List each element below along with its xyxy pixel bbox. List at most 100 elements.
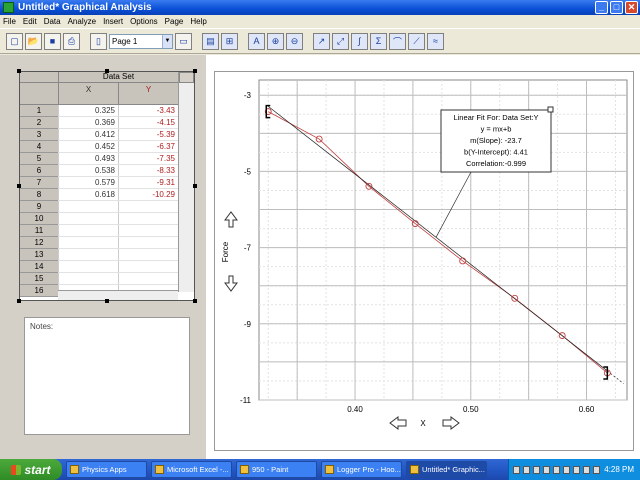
cell-y[interactable]: [118, 201, 178, 212]
cell-x[interactable]: [58, 273, 118, 284]
zoom-in-icon[interactable]: ⊕: [267, 33, 284, 50]
graph-canvas[interactable]: -3-5-7-9-11 0.400.500.60 Linear Fit For:…: [215, 72, 635, 452]
row-number[interactable]: 10: [20, 213, 58, 225]
row-number[interactable]: 5: [20, 153, 58, 165]
start-button[interactable]: start: [0, 459, 62, 480]
cell-y[interactable]: -9.31: [118, 177, 178, 188]
row-number[interactable]: 11: [20, 225, 58, 237]
open-icon[interactable]: 📂: [25, 33, 42, 50]
menu-data[interactable]: Data: [44, 17, 61, 26]
menu-file[interactable]: File: [3, 17, 16, 26]
cell-x[interactable]: 0.579: [58, 177, 118, 188]
row-number[interactable]: 3: [20, 129, 58, 141]
selection-handle[interactable]: [17, 299, 21, 303]
row-number[interactable]: 6: [20, 165, 58, 177]
graph-options-icon[interactable]: ≈: [427, 33, 444, 50]
curve-fit-icon[interactable]: ⌒: [389, 33, 406, 50]
menu-insert[interactable]: Insert: [103, 17, 123, 26]
scroll-up-button[interactable]: [179, 72, 194, 83]
column-header-y[interactable]: Y: [118, 83, 178, 105]
cell-x[interactable]: 0.369: [58, 117, 118, 128]
column-header-x[interactable]: X: [58, 83, 118, 105]
cell-x[interactable]: [58, 201, 118, 212]
cell-x[interactable]: 0.452: [58, 141, 118, 152]
row-number[interactable]: 7: [20, 177, 58, 189]
tray-icon[interactable]: [543, 466, 550, 474]
page-select[interactable]: Page 1 ▼: [109, 34, 173, 49]
menu-options[interactable]: Options: [130, 17, 158, 26]
stats-icon[interactable]: Σ: [370, 33, 387, 50]
x-scroll-right-arrow-icon[interactable]: [443, 417, 459, 429]
x-scroll-left-arrow-icon[interactable]: [390, 417, 406, 429]
cell-y[interactable]: [118, 249, 178, 260]
cell-y[interactable]: [118, 237, 178, 248]
tray-icon[interactable]: [553, 466, 560, 474]
taskbar-item-excel[interactable]: Microsoft Excel -...: [151, 461, 232, 478]
cell-x[interactable]: [58, 213, 118, 224]
cell-x[interactable]: 0.325: [58, 105, 118, 116]
cell-y[interactable]: -7.35: [118, 153, 178, 164]
y-scroll-up-arrow-icon[interactable]: [225, 212, 237, 227]
selection-handle[interactable]: [193, 184, 197, 188]
cell-x[interactable]: [58, 237, 118, 248]
selection-handle[interactable]: [17, 184, 21, 188]
y-scroll-down-arrow-icon[interactable]: [225, 276, 237, 291]
row-number[interactable]: 14: [20, 261, 58, 273]
tray-icon[interactable]: [523, 466, 530, 474]
data-table[interactable]: Data Set X Y 12345678910111213141516 0.3…: [19, 71, 195, 301]
cell-x[interactable]: 0.412: [58, 129, 118, 140]
taskbar-item-physics-apps[interactable]: Physics Apps: [66, 461, 147, 478]
annotation-close-icon[interactable]: [548, 107, 553, 112]
x-axis-label[interactable]: X: [420, 419, 426, 428]
tray-icon[interactable]: [573, 466, 580, 474]
maximize-button[interactable]: □: [610, 1, 623, 14]
taskbar-item-logger-pro[interactable]: Logger Pro - Hoo...: [321, 461, 402, 478]
autoscale-icon[interactable]: ⊞: [221, 33, 238, 50]
row-number[interactable]: 9: [20, 201, 58, 213]
cell-y[interactable]: [118, 273, 178, 284]
tray-icon[interactable]: [533, 466, 540, 474]
new-icon[interactable]: ▢: [6, 33, 23, 50]
selection-handle[interactable]: [105, 299, 109, 303]
row-number[interactable]: 1: [20, 105, 58, 117]
menu-analyze[interactable]: Analyze: [68, 17, 96, 26]
cell-y[interactable]: -6.37: [118, 141, 178, 152]
menu-help[interactable]: Help: [190, 17, 206, 26]
y-axis-label[interactable]: Force: [221, 241, 230, 262]
cell-x[interactable]: [58, 261, 118, 272]
cell-x[interactable]: [58, 249, 118, 260]
notes-box[interactable]: Notes:: [24, 317, 190, 435]
selection-handle[interactable]: [105, 69, 109, 73]
cell-x[interactable]: 0.538: [58, 165, 118, 176]
cell-y[interactable]: -10.29: [118, 189, 178, 200]
dataset-name[interactable]: Data Set: [58, 72, 178, 83]
tray-icon[interactable]: [563, 466, 570, 474]
cell-y[interactable]: -8.33: [118, 165, 178, 176]
row-number[interactable]: 16: [20, 285, 58, 297]
row-number[interactable]: 13: [20, 249, 58, 261]
tray-icon[interactable]: [583, 466, 590, 474]
horizontal-scrollbar[interactable]: [58, 290, 178, 300]
selection-handle[interactable]: [17, 69, 21, 73]
linear-fit-icon[interactable]: ⟋: [408, 33, 425, 50]
close-button[interactable]: ✕: [625, 1, 638, 14]
integral-icon[interactable]: ∫: [351, 33, 368, 50]
cell-y[interactable]: [118, 261, 178, 272]
selection-handle[interactable]: [193, 69, 197, 73]
examine-icon[interactable]: ↗: [313, 33, 330, 50]
menu-edit[interactable]: Edit: [23, 17, 37, 26]
menu-page[interactable]: Page: [165, 17, 184, 26]
cell-x[interactable]: 0.493: [58, 153, 118, 164]
row-number[interactable]: 4: [20, 141, 58, 153]
save-icon[interactable]: ■: [44, 33, 61, 50]
cell-y[interactable]: -3.43: [118, 105, 178, 116]
cell-y[interactable]: -4.15: [118, 117, 178, 128]
row-number[interactable]: 8: [20, 189, 58, 201]
graph-window[interactable]: -3-5-7-9-11 0.400.500.60 Linear Fit For:…: [214, 71, 634, 451]
print-icon[interactable]: ⎙: [63, 33, 80, 50]
row-number[interactable]: 2: [20, 117, 58, 129]
cell-x[interactable]: [58, 225, 118, 236]
row-number[interactable]: 15: [20, 273, 58, 285]
tray-icon[interactable]: [513, 466, 520, 474]
linear-fit-line[interactable]: [268, 106, 607, 371]
